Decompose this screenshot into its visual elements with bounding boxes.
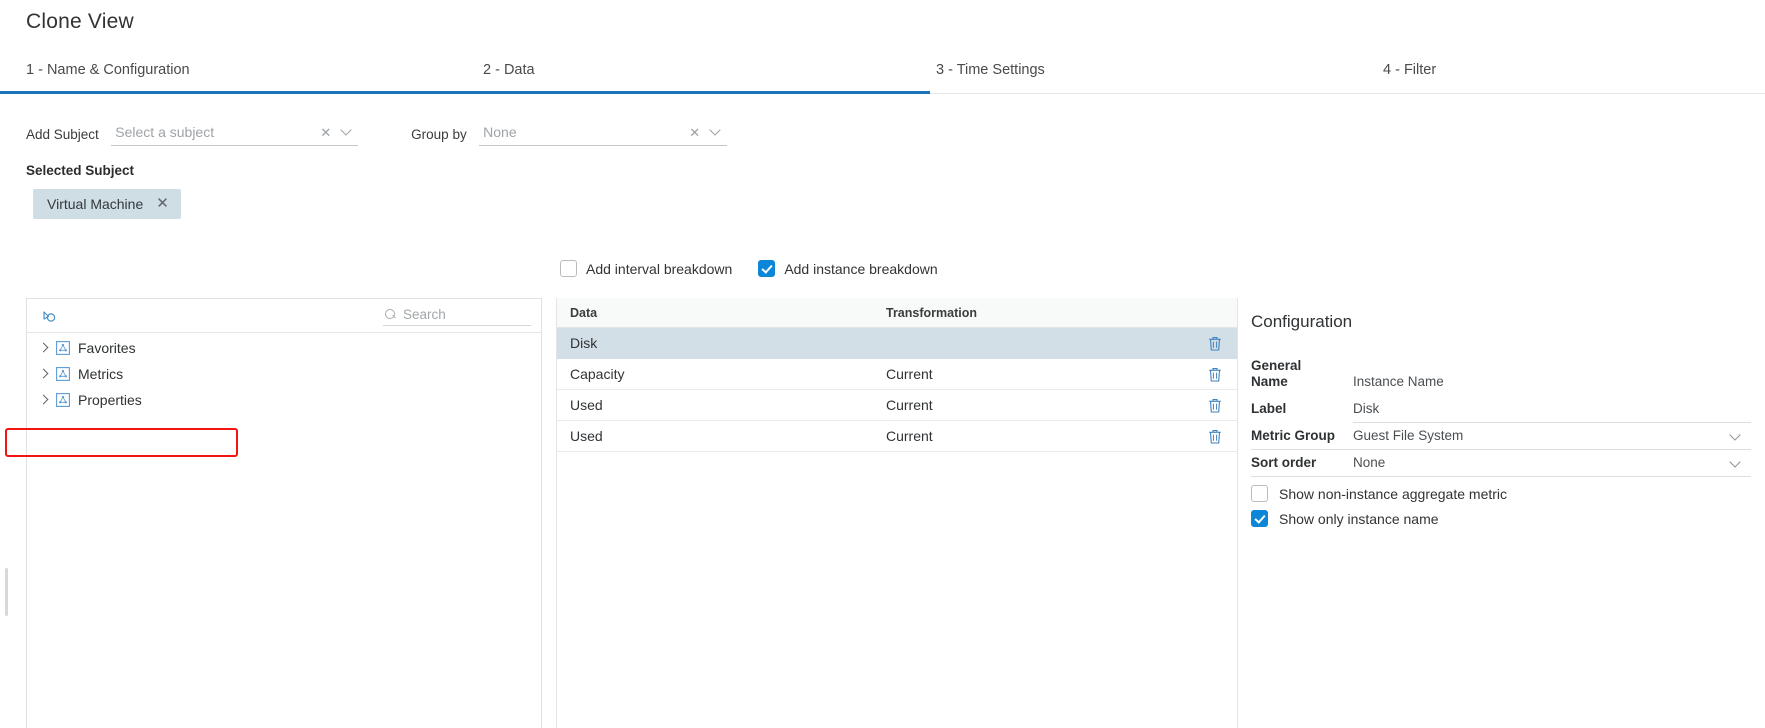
tree-item-label: Metrics (78, 366, 124, 382)
tab-time-settings[interactable]: 3 - Time Settings (936, 60, 1045, 80)
cell-data: Used (570, 428, 603, 444)
tree-item-metrics[interactable]: Metrics (27, 363, 541, 385)
cell-data: Used (570, 397, 603, 413)
config-field-key: Name (1251, 374, 1288, 389)
object-picker-icon[interactable] (39, 306, 59, 326)
add-interval-breakdown-checkbox[interactable]: Add interval breakdown (560, 260, 732, 277)
add-instance-breakdown-checkbox[interactable]: Add instance breakdown (758, 260, 938, 277)
cell-data: Disk (570, 335, 598, 351)
tab-data[interactable]: 2 - Data (483, 60, 535, 80)
tree-item-label: Properties (78, 392, 142, 408)
add-subject-label: Add Subject (26, 126, 99, 142)
config-field-key: Label (1251, 401, 1287, 416)
configuration-title: Configuration (1251, 312, 1353, 331)
metric-group-icon (56, 393, 70, 407)
table-row[interactable]: Disk (557, 328, 1237, 359)
breakdown-options: Add interval breakdown Add instance brea… (560, 260, 938, 277)
tree-toolbar: Search (27, 299, 541, 333)
selected-subject-heading: Selected Subject (26, 163, 135, 178)
panel-resize-handle[interactable] (5, 568, 8, 616)
label-input-value[interactable]: Disk (1353, 401, 1379, 416)
search-input[interactable]: Search (383, 304, 531, 326)
data-table-panel: Data Transformation Disk Capacity Curren… (556, 298, 1238, 728)
checkbox-label: Show non-instance aggregate metric (1279, 485, 1508, 502)
config-field-key: Sort order (1251, 455, 1317, 470)
show-non-instance-aggregate-checkbox[interactable]: Show non-instance aggregate metric (1251, 485, 1507, 502)
search-icon (385, 308, 397, 321)
add-interval-breakdown-label: Add interval breakdown (586, 260, 733, 277)
column-header-data: Data (570, 306, 598, 320)
trash-icon[interactable] (1207, 397, 1223, 414)
tab-name-configuration[interactable]: 1 - Name & Configuration (26, 60, 190, 80)
metric-group-value: Guest File System (1353, 428, 1464, 443)
checkbox-label: Show only instance name (1279, 510, 1439, 527)
table-header: Data Transformation (557, 298, 1237, 328)
subject-row: Add Subject Select a subject ✕ Group by … (26, 122, 728, 148)
trash-icon[interactable] (1207, 366, 1223, 383)
table-row[interactable]: Capacity Current (557, 359, 1237, 390)
trash-icon[interactable] (1207, 335, 1223, 352)
tree-item-properties[interactable]: Properties (27, 389, 541, 411)
tab-filter[interactable]: 4 - Filter (1383, 60, 1436, 80)
checkbox-box-checked[interactable] (1251, 510, 1268, 527)
chevron-down-icon[interactable] (710, 125, 721, 136)
metric-group-icon (56, 341, 70, 355)
checkbox-box-checked[interactable] (758, 260, 776, 277)
config-field-metric-group[interactable]: Metric Group Guest File System (1251, 423, 1751, 450)
config-field-label[interactable]: Label Disk (1251, 396, 1751, 423)
table-row[interactable]: Used Current (557, 421, 1237, 452)
page-title: Clone View (26, 10, 134, 33)
chevron-down-icon[interactable] (341, 125, 352, 136)
close-x-icon[interactable]: ✕ (156, 196, 169, 211)
chevron-right-icon[interactable] (38, 343, 48, 353)
checkbox-box[interactable] (1251, 485, 1268, 502)
checkbox-box[interactable] (560, 260, 577, 277)
clear-x-icon[interactable]: ✕ (689, 125, 700, 140)
tree-item-label: Favorites (78, 340, 136, 356)
clear-x-icon[interactable]: ✕ (320, 125, 331, 140)
cell-transformation: Current (886, 397, 933, 413)
metric-group-icon (56, 367, 70, 381)
tabbar-progress-rule (0, 91, 930, 94)
config-field-name: Name Instance Name (1251, 369, 1751, 396)
chip-label: Virtual Machine (47, 196, 144, 212)
group-by-select[interactable]: None ✕ (479, 122, 728, 146)
chevron-right-icon[interactable] (38, 395, 48, 405)
cell-data: Capacity (570, 366, 625, 382)
chevron-right-icon[interactable] (38, 369, 48, 379)
config-field-key: Metric Group (1251, 428, 1336, 443)
search-placeholder: Search (403, 307, 446, 322)
chevron-down-icon[interactable] (1730, 431, 1741, 442)
table-row[interactable]: Used Current (557, 390, 1237, 421)
configuration-panel: Configuration General Name Instance Name… (1238, 298, 1765, 728)
group-by-value: None (483, 124, 517, 140)
column-header-transformation: Transformation (886, 306, 977, 320)
chevron-down-icon[interactable] (1730, 458, 1741, 469)
config-field-sort-order[interactable]: Sort order None (1251, 450, 1751, 477)
trash-icon[interactable] (1207, 428, 1223, 445)
cell-transformation: Current (886, 366, 933, 382)
show-only-instance-name-checkbox[interactable]: Show only instance name (1251, 510, 1439, 527)
cell-transformation: Current (886, 428, 933, 444)
tree-item-favorites[interactable]: Favorites (27, 337, 541, 359)
config-field-value: Instance Name (1353, 374, 1444, 389)
add-subject-value: Select a subject (115, 124, 215, 140)
add-instance-breakdown-label: Add instance breakdown (784, 260, 938, 277)
wizard-tabbar: 1 - Name & Configuration 2 - Data 3 - Ti… (0, 56, 1765, 94)
sort-order-value: None (1353, 455, 1386, 470)
selected-subject-chip[interactable]: Virtual Machine ✕ (33, 189, 181, 219)
add-subject-select[interactable]: Select a subject ✕ (111, 122, 359, 146)
metric-tree-panel: Search Favorites Metrics Properties (26, 298, 542, 728)
group-by-label: Group by (411, 126, 467, 142)
